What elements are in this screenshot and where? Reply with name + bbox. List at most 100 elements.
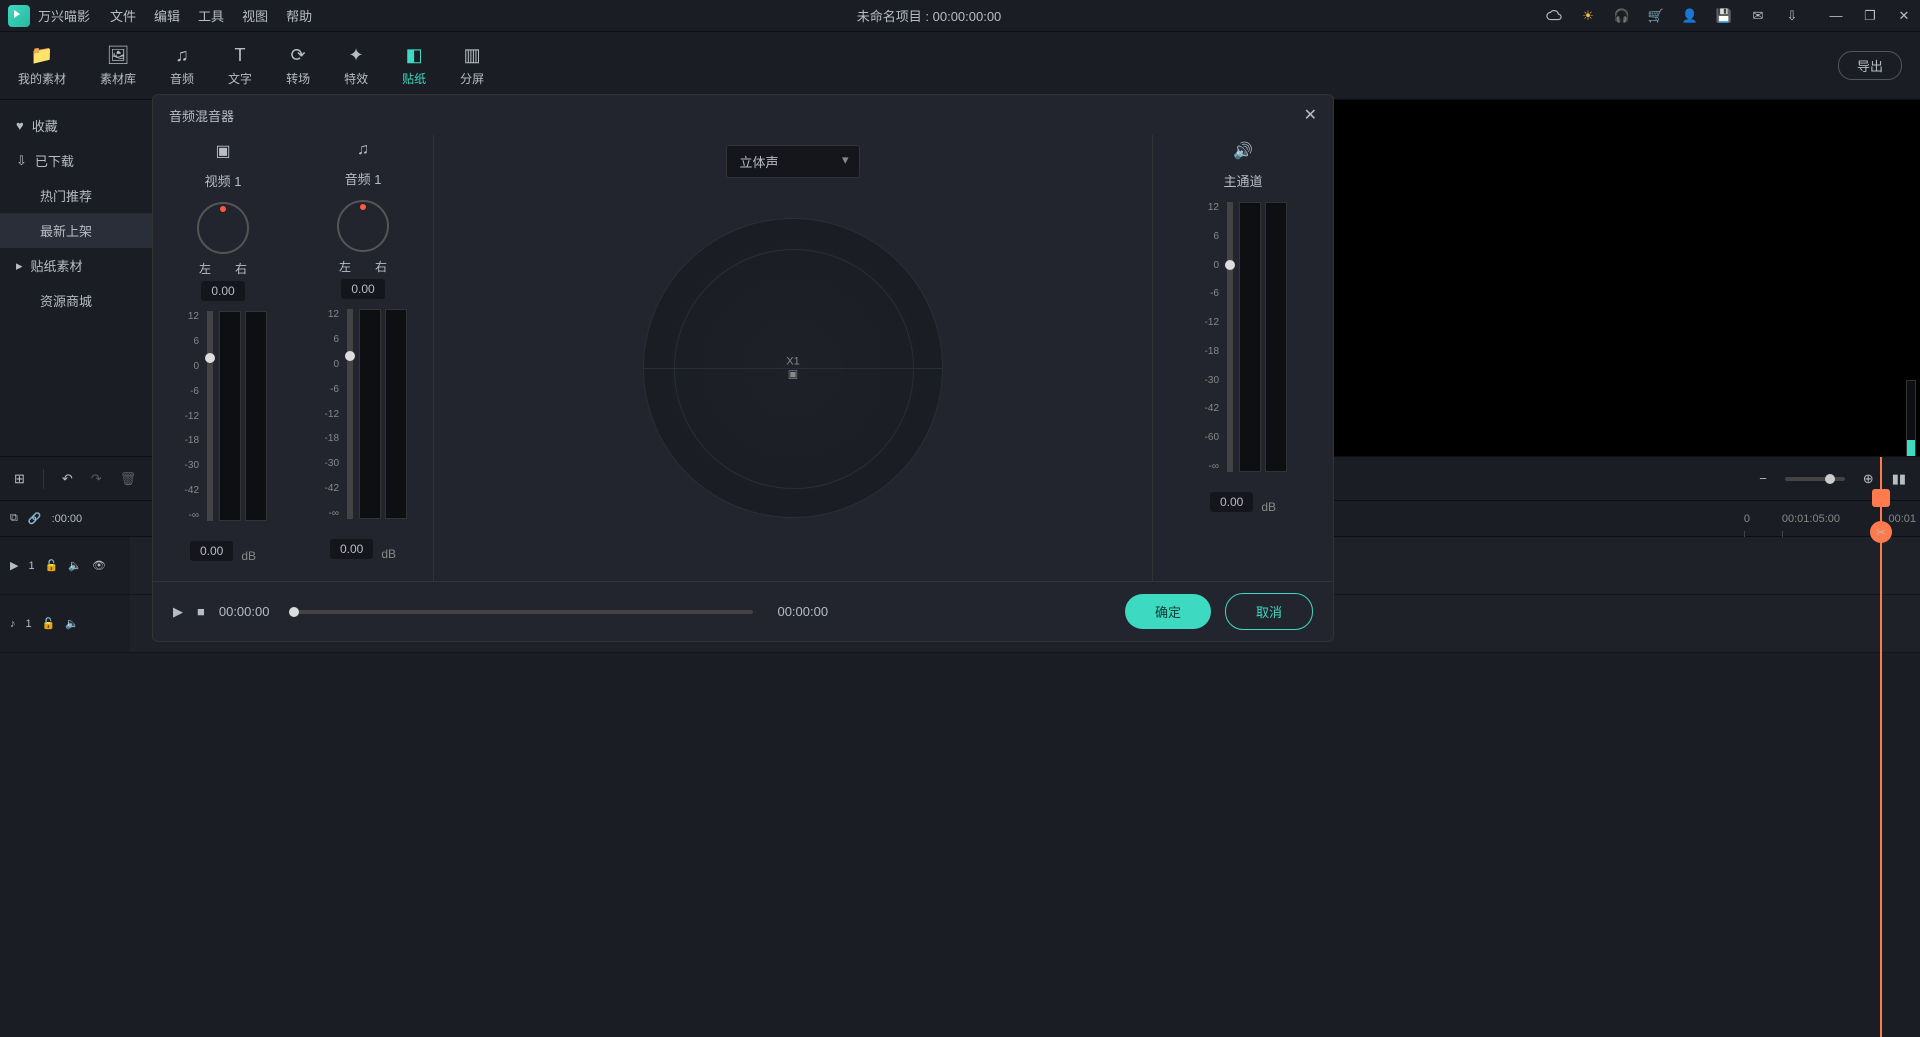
db-unit: dB (381, 547, 396, 561)
sidebar-sticker-material[interactable]: ▸贴纸素材 (0, 248, 152, 283)
master-fader-handle[interactable] (1225, 260, 1235, 270)
menu-help[interactable]: 帮助 (286, 6, 312, 25)
fader: 1260-6-12-18-30-42-∞ (179, 311, 267, 531)
tool-split[interactable]: ▥分屏 (460, 44, 484, 87)
redo-icon[interactable]: ↷ (91, 471, 102, 487)
playhead-handle[interactable] (1872, 489, 1890, 507)
video-track-icon: ▶ (10, 559, 18, 572)
zoom-fit-icon[interactable]: ▮▮ (1892, 471, 1906, 487)
maximize-icon[interactable]: ❐ (1862, 8, 1878, 24)
folder-icon: 📁 (31, 44, 53, 66)
export-button[interactable]: 导出 (1838, 51, 1902, 80)
ok-button[interactable]: 确定 (1125, 594, 1211, 629)
fx-icon: ✦ (349, 44, 364, 66)
close-icon[interactable]: ✕ (1896, 8, 1912, 24)
eye-icon[interactable]: 👁 (92, 559, 106, 572)
user-icon[interactable]: 👤 (1682, 8, 1698, 24)
speaker-icon: 🔊 (1233, 141, 1253, 161)
headset-icon[interactable]: 🎧 (1614, 8, 1630, 24)
sidebar-downloaded[interactable]: ⇩已下载 (0, 143, 152, 178)
cancel-button[interactable]: 取消 (1225, 593, 1313, 630)
time-total: 00:00:00 (777, 604, 828, 619)
ruler-mark: 0 (1744, 513, 1750, 525)
pan-value[interactable]: 0.00 (201, 281, 244, 301)
title-right-icons: ☀ 🎧 🛒 👤 💾 ✉ ⇩ — ❐ ✕ (1546, 8, 1912, 24)
video-channel-icon: ▣ (215, 141, 230, 161)
ruler-mark: 00:01:05:00 (1782, 513, 1840, 525)
channel-label: 视频 1 (205, 171, 242, 190)
progress-bar[interactable] (293, 610, 753, 614)
sun-icon[interactable]: ☀ (1580, 8, 1596, 24)
delete-icon[interactable]: 🗑 (120, 471, 137, 487)
surround-field[interactable]: X1▣ (643, 218, 943, 518)
pan-knob[interactable] (337, 200, 389, 252)
dialog-close-button[interactable]: ✕ (1304, 105, 1317, 125)
undo-icon[interactable]: ↶ (62, 471, 73, 487)
fader-handle[interactable] (345, 351, 355, 361)
pan-value[interactable]: 0.00 (341, 279, 384, 299)
fader-scale: 1260-6-12-18-30-42-∞ (319, 309, 339, 519)
cloud-icon[interactable] (1546, 8, 1562, 24)
dialog-footer: ▶ ■ 00:00:00 00:00:00 确定 取消 (153, 581, 1333, 641)
sidebar-favorites[interactable]: ♥收藏 (0, 108, 152, 143)
lock-icon[interactable]: 🔓 (42, 617, 56, 630)
tool-stock[interactable]: 🖼素材库 (100, 44, 136, 87)
minimize-icon[interactable]: — (1828, 8, 1844, 24)
fader-slider[interactable] (347, 309, 353, 519)
master-fader-slider[interactable] (1227, 202, 1233, 472)
mute-icon[interactable]: 🔈 (65, 617, 79, 630)
master-scale: 1260-6-12-18-30-42-60-∞ (1199, 202, 1219, 472)
sidebar-hot[interactable]: 热门推荐 (0, 178, 152, 213)
lock-icon[interactable]: 🔓 (45, 559, 59, 572)
text-icon: T (235, 44, 246, 66)
master-label: 主通道 (1223, 171, 1262, 190)
grid-icon[interactable]: ⊞ (14, 471, 25, 487)
project-title: 未命名项目 : 00:00:00:00 (312, 6, 1546, 25)
sidebar-store[interactable]: 资源商城 (0, 283, 152, 318)
fader-handle[interactable] (205, 353, 215, 363)
tool-sticker[interactable]: ◧贴纸 (402, 44, 426, 87)
fader-slider[interactable] (207, 311, 213, 521)
db-value[interactable]: 0.00 (190, 541, 233, 561)
copy-icon[interactable]: ⧉ (10, 512, 18, 525)
menu-tools[interactable]: 工具 (198, 6, 224, 25)
pan-knob[interactable] (197, 202, 249, 254)
save-icon[interactable]: 💾 (1716, 8, 1732, 24)
image-icon: 🖼 (107, 44, 130, 66)
playhead[interactable]: ✂ (1880, 457, 1882, 1037)
zoom-slider[interactable] (1785, 477, 1845, 481)
pan-lr-labels: 左右 (339, 258, 387, 275)
music-icon: ♫ (175, 44, 189, 66)
link-icon[interactable]: 🔗 (28, 512, 42, 525)
time-current: 00:00:00 (219, 604, 270, 619)
stop-button[interactable]: ■ (197, 604, 205, 619)
master-db-value[interactable]: 0.00 (1210, 492, 1253, 512)
cut-icon[interactable]: ✂ (1870, 521, 1892, 543)
db-value[interactable]: 0.00 (330, 539, 373, 559)
tool-audio[interactable]: ♫音频 (170, 44, 194, 87)
stereo-select[interactable]: 立体声 (726, 145, 859, 178)
sidebar-new[interactable]: 最新上架 (0, 213, 152, 248)
channel-label: 音频 1 (345, 169, 382, 188)
menu-view[interactable]: 视图 (242, 6, 268, 25)
mail-icon[interactable]: ✉ (1750, 8, 1766, 24)
level-bars (359, 309, 407, 519)
play-button[interactable]: ▶ (173, 604, 183, 620)
menu-file[interactable]: 文件 (110, 6, 136, 25)
menu-bar: 文件 编辑 工具 视图 帮助 (110, 6, 312, 25)
zoom-in-icon[interactable]: ⊕ (1863, 471, 1874, 487)
mute-icon[interactable]: 🔈 (68, 559, 82, 572)
zoom-out-icon[interactable]: − (1759, 471, 1767, 486)
menu-edit[interactable]: 编辑 (154, 6, 180, 25)
mixer-channel-audio1: ♫ 音频 1 左右 0.00 1260-6-12-18-30-42-∞ 0.00… (313, 135, 413, 581)
tool-fx[interactable]: ✦特效 (344, 44, 368, 87)
tool-my-media[interactable]: 📁我的素材 (18, 44, 66, 87)
cart-icon[interactable]: 🛒 (1648, 8, 1664, 24)
tool-text[interactable]: T文字 (228, 44, 252, 87)
heart-icon: ♥ (16, 118, 24, 133)
video-track-head: ▶1 🔓 🔈 👁 (0, 537, 130, 594)
tool-transition[interactable]: ⟳转场 (286, 44, 310, 87)
audio-channel-icon: ♫ (357, 141, 369, 159)
download-icon: ⇩ (16, 153, 27, 169)
mic-icon[interactable]: ⇩ (1784, 8, 1800, 24)
